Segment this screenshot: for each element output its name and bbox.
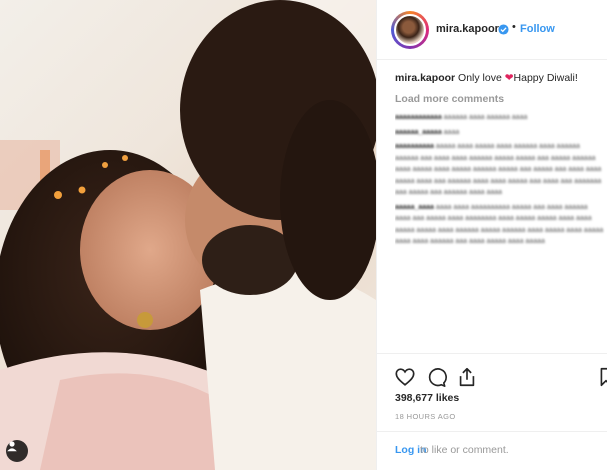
caption-username[interactable]: mira.kapoor: [395, 72, 455, 84]
comment-blurred: aaaaaaaaaa aaaaa aaaa aaaaa aaaa aaaaaa …: [395, 143, 602, 196]
separator-dot: •: [512, 21, 516, 33]
post-header: mira.kapoor • Follow: [377, 0, 607, 60]
post-photo[interactable]: [0, 0, 376, 470]
username-link[interactable]: mira.kapoor: [436, 23, 499, 35]
share-icon[interactable]: [456, 366, 478, 388]
verified-badge-icon: [498, 24, 509, 35]
comment-blurred: aaaaaa_aaaaa aaaa: [395, 128, 460, 136]
action-bar: 398,677 likes 18 HOURS AGO Log in to lik…: [377, 353, 607, 470]
comment-icon[interactable]: [425, 366, 447, 388]
follow-button[interactable]: Follow: [520, 23, 555, 35]
comments-list: aaaaaaaaaaaa aaaaaa aaaa aaaaaa aaaa aaa…: [395, 112, 605, 350]
user-tag-icon[interactable]: [6, 440, 28, 462]
heart-emoji: ❤: [504, 72, 514, 84]
post-side-panel: mira.kapoor • Follow mira.kapoor Only lo…: [376, 0, 607, 470]
avatar[interactable]: [391, 11, 429, 49]
photo-illustration: [0, 0, 376, 470]
comment-blurred: aaaaaaaaaaaa aaaaaa aaaa aaaaaa aaaa: [395, 114, 528, 121]
login-hint: to like or comment.: [420, 444, 509, 456]
caption: mira.kapoor Only love ❤Happy Diwali!: [395, 71, 607, 85]
heart-icon[interactable]: [394, 366, 416, 388]
caption-text: Only love: [458, 72, 502, 84]
comment-blurred: aaaaa_aaaa aaaa aaaa aaaaaaaaaa aaaaa aa…: [395, 203, 604, 246]
login-bar: Log in to like or comment.: [377, 431, 607, 470]
load-more-comments-button[interactable]: Load more comments: [395, 93, 504, 105]
caption-tail: Happy Diwali!: [513, 72, 578, 84]
instagram-post: mira.kapoor • Follow mira.kapoor Only lo…: [0, 0, 607, 470]
likes-count[interactable]: 398,677 likes: [395, 392, 459, 404]
post-timestamp[interactable]: 18 HOURS AGO: [395, 412, 456, 421]
bookmark-icon[interactable]: [599, 366, 607, 388]
